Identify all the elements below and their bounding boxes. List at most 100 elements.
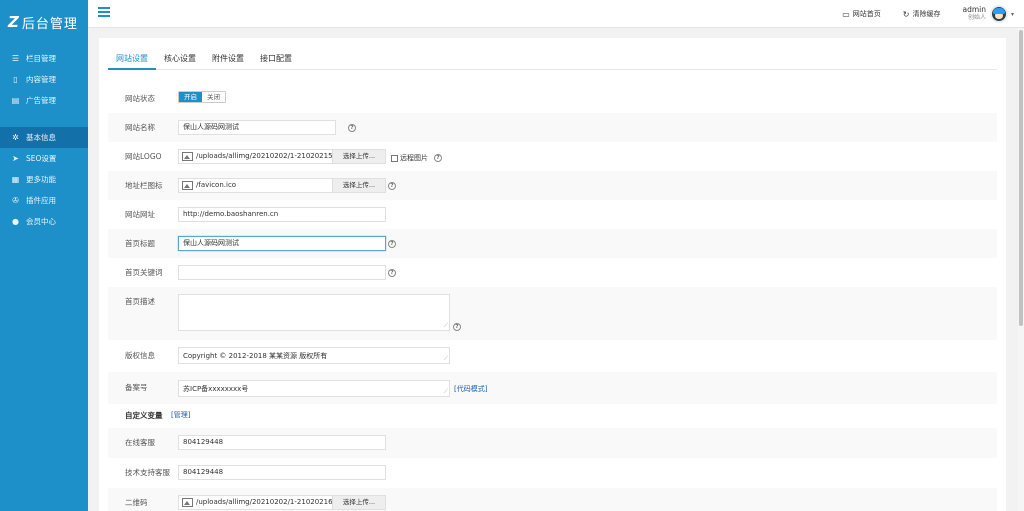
clear-cache-link[interactable]: ↻ 清除缓存 — [903, 9, 941, 19]
field-label: 网站LOGO — [125, 152, 162, 161]
favicon-path-input[interactable]: /favicon.ico — [196, 179, 332, 192]
home-title-input[interactable]: 保山人源码网测试 — [178, 236, 386, 251]
tab-api-config[interactable]: 接口配置 — [252, 52, 300, 70]
refresh-icon: ↻ — [902, 9, 910, 19]
tab-site-settings[interactable]: 网站设置 — [108, 52, 156, 70]
site-home-label: 网站首页 — [852, 10, 881, 18]
field-label: 首页标题 — [125, 239, 155, 248]
monitor-icon: ▭ — [842, 9, 850, 19]
grid-icon: ▦ — [11, 175, 20, 184]
icp-textarea[interactable]: 苏ICP备xxxxxxxx号 ⟋ — [178, 380, 450, 397]
remote-image-checkbox[interactable]: 远程图片 — [391, 153, 428, 163]
field-label: 首页关键词 — [125, 268, 163, 277]
row-site-url: 网站网址 http://demo.baoshanren.cn — [108, 200, 997, 229]
scrollbar[interactable] — [1018, 28, 1024, 511]
custom-vars-title: 自定义变量 — [125, 411, 163, 420]
custom-vars-manage-link[interactable]: [管理] — [171, 410, 190, 420]
home-keywords-input[interactable] — [178, 265, 386, 280]
favicon-upload-button[interactable]: 选择上传... — [332, 179, 385, 192]
status-on-button[interactable]: 开启 — [179, 92, 202, 102]
tech-support-input[interactable]: 804129448 — [178, 465, 386, 480]
sidebar-item-label: 基本信息 — [26, 133, 56, 142]
tab-attachment-settings[interactable]: 附件设置 — [204, 52, 252, 70]
qrcode-upload-button[interactable]: 选择上传... — [332, 496, 385, 509]
row-online-service: 在线客服 804129448 — [108, 428, 997, 458]
sidebar-item-plugins[interactable]: ✇ 插件应用 — [0, 190, 88, 211]
code-mode-link[interactable]: [代码模式] — [454, 384, 487, 394]
help-icon[interactable]: ? — [388, 182, 396, 190]
avatar[interactable] — [989, 5, 1008, 23]
nav-group-settings: ✲ 基本信息 ➤ SEO设置 ▦ 更多功能 ✇ 插件应用 ● 会员中心 — [0, 127, 88, 232]
gear-icon: ✲ — [12, 133, 19, 142]
list-icon: ☰ — [11, 54, 20, 63]
row-qrcode: 二维码 /uploads/allimg/20210202/1-21020216 … — [108, 488, 997, 511]
row-home-description: 首页描述 ⟋ ? — [108, 287, 997, 340]
qrcode-upload-field: /uploads/allimg/20210202/1-21020216 选择上传… — [178, 495, 386, 510]
file-icon: ▯ — [13, 75, 18, 84]
field-label: 地址栏图标 — [125, 181, 163, 190]
scroll-thumb[interactable] — [1019, 30, 1023, 326]
sidebar-item-label: 栏目管理 — [26, 54, 56, 63]
logo-upload-field: /uploads/allimg/20210202/1-21020215 选择上传… — [178, 149, 386, 164]
image-icon — [182, 181, 193, 190]
help-icon[interactable]: ? — [348, 124, 356, 132]
sidebar-item-label: SEO设置 — [26, 154, 57, 163]
favicon-upload-field: /favicon.ico 选择上传... — [178, 178, 386, 193]
status-toggle[interactable]: 开启 关闭 — [178, 91, 226, 103]
help-icon[interactable]: ? — [434, 154, 442, 162]
online-service-input[interactable]: 804129448 — [178, 435, 386, 450]
document-icon: ▤ — [11, 96, 20, 105]
help-icon[interactable]: ? — [453, 323, 461, 331]
menu-toggle-icon[interactable] — [98, 7, 110, 17]
row-site-status: 网站状态 开启 关闭 — [108, 86, 997, 113]
site-home-link[interactable]: ▭ 网站首页 — [842, 9, 881, 19]
sidebar-item-label: 内容管理 — [26, 75, 56, 84]
site-name-input[interactable]: 保山人源码网测试 — [178, 120, 336, 135]
tab-core-settings[interactable]: 核心设置 — [156, 52, 204, 70]
row-custom-vars: 自定义变量 [管理] — [108, 404, 997, 428]
chevron-down-icon: ▾ — [1010, 10, 1014, 18]
sidebar-item-more[interactable]: ▦ 更多功能 — [0, 169, 88, 190]
image-icon — [182, 152, 193, 161]
qrcode-path-input[interactable]: /uploads/allimg/20210202/1-21020216 — [196, 496, 332, 509]
row-home-title: 首页标题 保山人源码网测试 ? — [108, 229, 997, 258]
topbar: ▭ 网站首页 ↻ 清除缓存 admin 创始人 ▾ — [88, 0, 1024, 28]
copyright-value: Copyright © 2012-2018 某某资源 版权所有 — [183, 352, 328, 360]
user-menu[interactable]: admin 创始人 ▾ — [962, 5, 1014, 23]
sidebar-item-ads[interactable]: ▤ 广告管理 — [0, 90, 88, 111]
sidebar-item-label: 会员中心 — [26, 217, 56, 226]
copyright-textarea[interactable]: Copyright © 2012-2018 某某资源 版权所有 ⟋ — [178, 347, 450, 364]
resize-handle-icon[interactable]: ⟋ — [444, 388, 448, 396]
help-icon[interactable]: ? — [388, 240, 396, 248]
logo-upload-button[interactable]: 选择上传... — [332, 150, 385, 163]
sidebar-item-columns[interactable]: ☰ 栏目管理 — [0, 48, 88, 69]
site-url-input[interactable]: http://demo.baoshanren.cn — [178, 207, 386, 222]
field-label: 网站网址 — [125, 210, 155, 219]
logo-mark: Z — [8, 13, 19, 31]
home-description-textarea[interactable]: ⟋ — [178, 294, 450, 331]
sidebar-item-basic-info[interactable]: ✲ 基本信息 — [0, 127, 88, 148]
user-name: admin — [962, 5, 986, 14]
row-favicon: 地址栏图标 /favicon.ico 选择上传... ? — [108, 171, 997, 200]
sidebar-item-content[interactable]: ▯ 内容管理 — [0, 69, 88, 90]
sidebar-item-members[interactable]: ● 会员中心 — [0, 211, 88, 232]
field-label: 技术支持客服 — [125, 468, 170, 477]
sidebar-item-seo[interactable]: ➤ SEO设置 — [0, 148, 88, 169]
image-icon — [182, 498, 193, 507]
field-label: 首页描述 — [125, 297, 155, 306]
help-icon[interactable]: ? — [388, 269, 396, 277]
logo[interactable]: Z 后台管理 — [0, 0, 88, 44]
logo-path-input[interactable]: /uploads/allimg/20210202/1-21020215 — [196, 150, 332, 163]
field-label: 备案号 — [125, 383, 148, 392]
row-site-logo: 网站LOGO /uploads/allimg/20210202/1-210202… — [108, 142, 997, 171]
field-label: 版权信息 — [125, 351, 155, 360]
sidebar-item-label: 插件应用 — [26, 196, 56, 205]
checkbox[interactable] — [391, 154, 398, 162]
field-label: 网站名称 — [125, 123, 155, 132]
icp-value: 苏ICP备xxxxxxxx号 — [183, 385, 249, 393]
resize-handle-icon[interactable]: ⟋ — [444, 355, 448, 363]
user-role: 创始人 — [967, 14, 986, 21]
resize-handle-icon[interactable]: ⟋ — [444, 322, 448, 330]
row-home-keywords: 首页关键词 ? — [108, 258, 997, 287]
status-off-button[interactable]: 关闭 — [202, 92, 225, 102]
